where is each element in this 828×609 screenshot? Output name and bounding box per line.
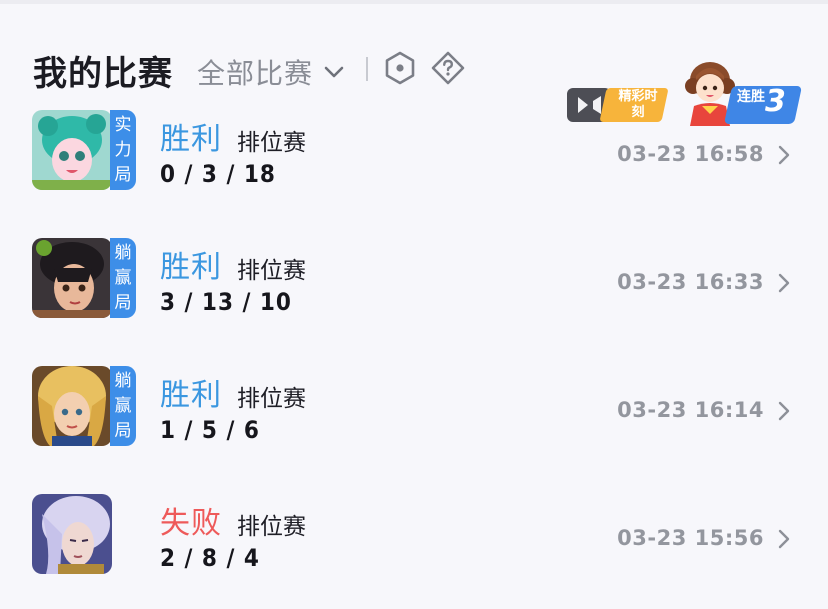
match-kda: 2 / 8 / 4: [160, 544, 260, 572]
page-header: 我的比赛 全部比赛 精彩时刻 连胜 3: [0, 40, 828, 126]
hero-portrait: [32, 366, 112, 446]
match-kda: 1 / 5 / 6: [160, 416, 260, 444]
match-result: 胜利: [160, 250, 222, 285]
match-time: 03-23 16:33: [617, 270, 764, 294]
match-row[interactable]: 失败 排位赛 2 / 8 / 4 03-23 15:56: [0, 494, 828, 584]
match-row[interactable]: 躺赢局 胜利 排位赛 3 / 13 / 10 03-23 16:33: [0, 238, 828, 328]
hero-portrait: [32, 110, 112, 190]
help-icon[interactable]: [431, 51, 465, 85]
match-mode: 排位赛: [237, 130, 306, 156]
hero-avatar: [32, 494, 136, 574]
match-time: 03-23 16:58: [617, 142, 764, 166]
match-mode: 排位赛: [237, 258, 306, 284]
match-quality-tag: 实力局: [110, 110, 136, 190]
match-kda: 0 / 3 / 18: [160, 160, 276, 188]
match-kda: 3 / 13 / 10: [160, 288, 292, 316]
match-mode: 排位赛: [237, 386, 306, 412]
header-divider: [366, 57, 368, 81]
match-mode: 排位赛: [237, 514, 306, 540]
match-time: 03-23 15:56: [617, 526, 764, 550]
chevron-right-icon: [778, 145, 790, 165]
hero-avatar: 躺赢局: [32, 366, 136, 446]
chevron-right-icon: [778, 401, 790, 421]
match-result: 失败: [160, 506, 222, 541]
chevron-down-icon: [324, 66, 344, 78]
win-streak-label: 连胜: [737, 89, 765, 105]
match-filter-dropdown[interactable]: 全部比赛: [197, 52, 347, 92]
match-result: 胜利: [160, 378, 222, 413]
match-filter-label: 全部比赛: [197, 57, 314, 90]
hero-portrait: [32, 494, 112, 574]
hero-avatar: 实力局: [32, 110, 136, 190]
match-time: 03-23 16:14: [617, 398, 764, 422]
page-title: 我的比赛: [33, 54, 173, 94]
chevron-right-icon: [778, 529, 790, 549]
match-quality-tag: 躺赢局: [110, 238, 136, 318]
match-result: 胜利: [160, 122, 222, 157]
chevron-right-icon: [778, 273, 790, 293]
hero-avatar: 躺赢局: [32, 238, 136, 318]
match-row[interactable]: 躺赢局 胜利 排位赛 1 / 5 / 6 03-23 16:14: [0, 366, 828, 456]
hexagon-settings-icon[interactable]: [384, 51, 416, 85]
hero-portrait: [32, 238, 112, 318]
match-row[interactable]: 实力局 胜利 排位赛 0 / 3 / 18 03-23 16:58: [0, 110, 828, 200]
top-divider: [0, 0, 828, 4]
match-quality-tag: 躺赢局: [110, 366, 136, 446]
